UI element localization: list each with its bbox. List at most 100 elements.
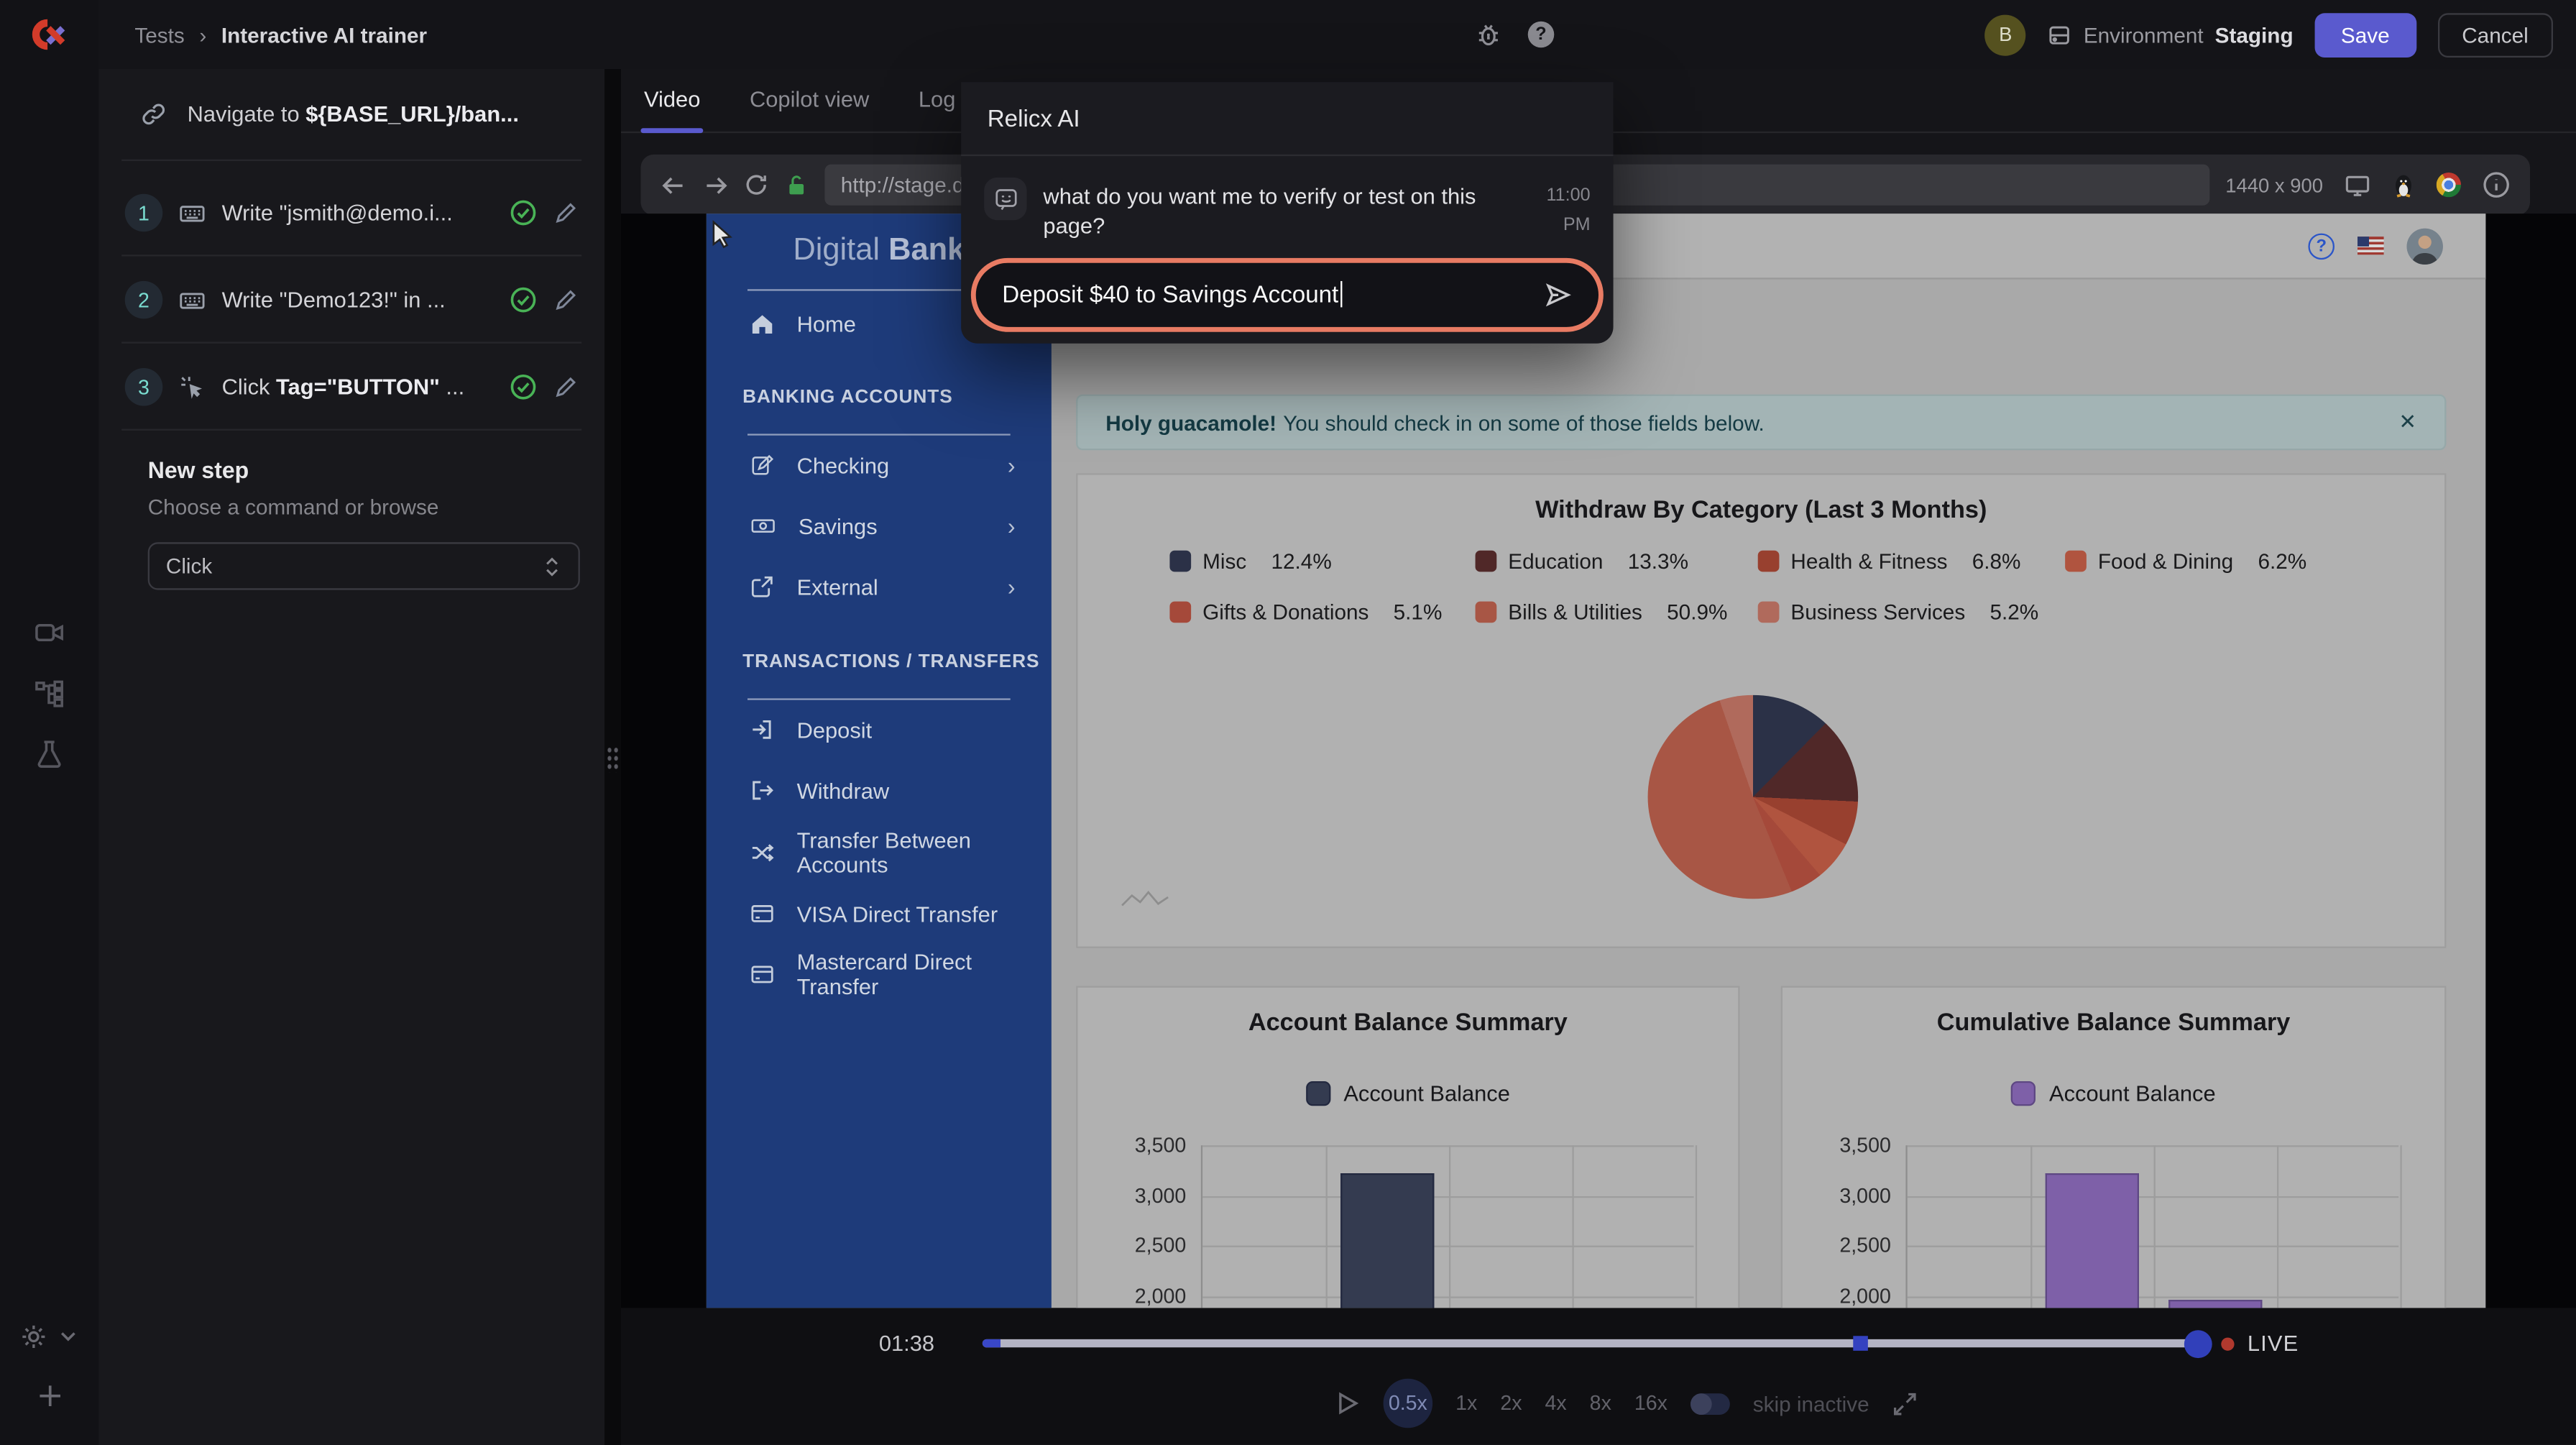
step-label: Click Tag="BUTTON" ...	[222, 375, 493, 399]
app-logo[interactable]	[0, 0, 98, 69]
bank-nav-savings[interactable]: Savings ›	[707, 496, 1052, 555]
left-icon-rail	[0, 69, 98, 1445]
step-row-3[interactable]: 3 Click Tag="BUTTON" ...	[98, 344, 604, 431]
breadcrumb-tests[interactable]: Tests	[134, 22, 184, 47]
chevron-down-icon[interactable]	[58, 1326, 79, 1348]
bar-legend: Account Balance	[1077, 1081, 1738, 1106]
link-icon	[142, 101, 166, 126]
skip-inactive-toggle[interactable]	[1690, 1393, 1730, 1414]
chart-title: Cumulative Balance Summary	[1782, 1009, 2444, 1037]
video-player-bar: 01:38 LIVE 0.5x1x2x4x8x16x skip inactive	[621, 1308, 2576, 1445]
speed-button-2x[interactable]: 2x	[1500, 1392, 1522, 1415]
tab-log[interactable]: Log	[915, 87, 959, 132]
pie-legend: Misc12.4%Education13.3%Health & Fitness6…	[1169, 549, 2306, 624]
bug-icon[interactable]	[1476, 22, 1502, 48]
speed-button-1x[interactable]: 1x	[1455, 1392, 1477, 1415]
progress-bar[interactable]	[983, 1339, 2209, 1347]
edit-pencil-icon[interactable]	[553, 201, 578, 225]
top-bar: Tests › Interactive AI trainer ? B Envir…	[0, 0, 2576, 69]
divider	[121, 429, 581, 431]
command-select[interactable]: Click	[148, 542, 580, 590]
bank-help-icon[interactable]: ?	[2308, 232, 2334, 259]
forward-icon[interactable]	[703, 172, 729, 198]
bank-sidebar: Digital Bank Home BANKING ACCOUNTS Check…	[707, 214, 1052, 1308]
bank-nav-external[interactable]: External ›	[707, 557, 1052, 616]
speed-button-16x[interactable]: 16x	[1634, 1392, 1668, 1415]
playhead-handle[interactable]	[2184, 1329, 2212, 1357]
page-title: Interactive AI trainer	[221, 22, 427, 47]
progress-chapter-marker[interactable]	[1854, 1336, 1869, 1351]
bank-nav-visa-transfer[interactable]: VISA Direct Transfer	[707, 884, 1052, 943]
assistant-input[interactable]: Deposit $40 to Savings Account	[1002, 282, 1531, 310]
sign-out-icon	[751, 779, 774, 802]
tab-copilot-view[interactable]: Copilot view	[746, 87, 873, 132]
speed-button-0.5x[interactable]: 0.5x	[1384, 1379, 1433, 1428]
video-viewport[interactable]: Digital Bank Home BANKING ACCOUNTS Check…	[621, 214, 2576, 1308]
speed-button-4x[interactable]: 4x	[1545, 1392, 1567, 1415]
edit-pencil-icon[interactable]	[553, 288, 578, 312]
environment-label: Environment	[2084, 22, 2204, 47]
keyboard-icon	[179, 200, 206, 226]
new-step-title: New step	[148, 457, 249, 483]
bank-section-accounts: BANKING ACCOUNTS	[742, 387, 953, 407]
chevron-right-icon: ›	[1008, 513, 1016, 539]
cursor-click-icon	[179, 374, 206, 400]
refresh-icon[interactable]	[745, 173, 769, 197]
save-button[interactable]: Save	[2314, 12, 2416, 57]
us-flag-icon[interactable]	[2358, 237, 2384, 254]
step-label: Write "jsmith@demo.i...	[222, 201, 493, 225]
bank-dashboard: Dashboard Holy guacamole! You should che…	[1052, 280, 2485, 1308]
step-row-2[interactable]: 2 Write "Demo123!" in ...	[98, 257, 604, 344]
credit-card-icon	[751, 965, 774, 984]
legend-item: Bills & Utilities50.9%	[1476, 600, 1758, 624]
bank-nav-withdraw[interactable]: Withdraw	[707, 761, 1052, 820]
info-icon[interactable]	[2483, 171, 2511, 199]
legend-label: Education	[1508, 549, 1603, 573]
help-icon[interactable]: ?	[1528, 22, 1555, 48]
step-row-1[interactable]: 1 Write "jsmith@demo.i...	[98, 169, 604, 256]
bank-nav-deposit[interactable]: Deposit	[707, 700, 1052, 759]
assistant-title: Relicx AI	[961, 82, 1613, 155]
drag-handle-icon[interactable]	[606, 746, 619, 773]
bank-nav-checking[interactable]: Checking ›	[707, 436, 1052, 495]
bar-plot: 3,5003,0002,5002,000	[1201, 1145, 1694, 1308]
step-navigate[interactable]: Navigate to ${BASE_URL}/ban...	[98, 82, 604, 144]
speed-controls: 0.5x 1x 2x 4x 8x 16x	[1384, 1379, 1668, 1428]
bar	[1340, 1173, 1434, 1308]
bank-user-avatar[interactable]	[2407, 228, 2443, 264]
speed-button-8x[interactable]: 8x	[1590, 1392, 1611, 1415]
cancel-button[interactable]: Cancel	[2437, 12, 2553, 57]
legend-swatch	[2065, 551, 2087, 572]
legend-swatch	[2011, 1081, 2036, 1106]
sitemap-icon[interactable]	[34, 679, 64, 708]
flask-icon[interactable]	[34, 740, 64, 769]
alert-banner: Holy guacamole! You should check in on s…	[1076, 395, 2446, 451]
send-icon[interactable]	[1545, 282, 1573, 310]
relicx-ai-panel: Relicx AI what do you want me to verify …	[961, 82, 1613, 344]
tab-video[interactable]: Video	[640, 87, 704, 132]
legend-value: 13.3%	[1628, 549, 1688, 573]
legend-swatch	[1169, 551, 1191, 572]
bank-nav-transfer[interactable]: Transfer Between Accounts	[707, 823, 1052, 882]
live-label[interactable]: LIVE	[2248, 1331, 2299, 1355]
video-camera-icon[interactable]	[34, 618, 64, 647]
play-icon[interactable]	[1334, 1390, 1361, 1417]
step-number: 3	[125, 368, 163, 406]
cx-logo-icon	[28, 13, 70, 55]
bank-nav-mastercard-transfer[interactable]: Mastercard Direct Transfer	[707, 945, 1052, 1004]
settings-gear-icon[interactable]	[19, 1323, 47, 1351]
fullscreen-icon[interactable]	[1892, 1391, 1917, 1416]
legend-value: 5.2%	[1990, 600, 2039, 624]
user-avatar[interactable]: B	[1985, 14, 2026, 55]
sign-in-icon	[751, 718, 774, 741]
message-timestamp: 11:00PM	[1522, 178, 1591, 242]
mouse-cursor-icon	[709, 220, 736, 249]
step-label: Write "Demo123!" in ...	[222, 288, 493, 312]
assistant-input-highlight: Deposit $40 to Savings Account	[971, 259, 1604, 333]
alert-close-icon[interactable]: ✕	[2398, 409, 2416, 436]
back-icon[interactable]	[661, 172, 686, 198]
panel-resize-gutter[interactable]	[604, 69, 621, 1445]
environment-selector[interactable]: Environment Staging	[2048, 22, 2294, 47]
add-step-icon[interactable]	[37, 1384, 61, 1408]
edit-pencil-icon[interactable]	[553, 375, 578, 399]
